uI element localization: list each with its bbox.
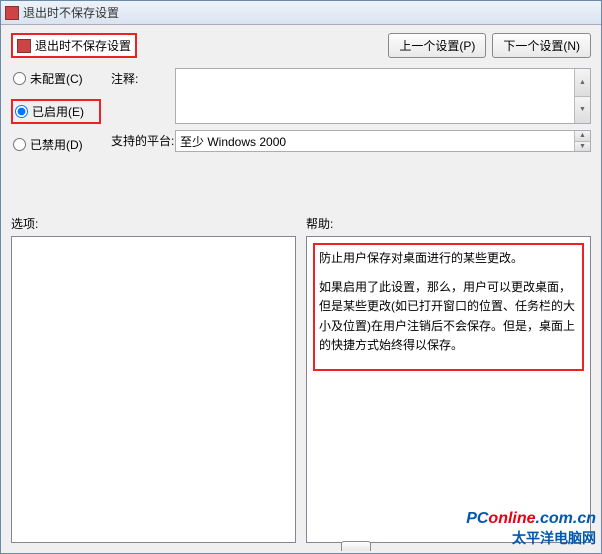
header-row: 退出时不保存设置 上一个设置(P) 下一个设置(N) <box>11 33 591 58</box>
radio-disabled-input[interactable] <box>13 138 26 151</box>
window-title: 退出时不保存设置 <box>23 4 119 21</box>
help-pane-wrap: 帮助: 防止用户保存对桌面进行的某些更改。 如果启用了此设置，那么，用户可以更改… <box>306 215 591 543</box>
config-area: 未配置(C) 已启用(E) 已禁用(D) 注释: ▲ <box>11 68 591 165</box>
options-pane-wrap: 选项: <box>11 215 296 543</box>
fields-column: 注释: ▲ ▼ 支持的平台: 至少 Windows 2000 ▲ <box>111 68 591 165</box>
platform-spinner: ▲ ▼ <box>574 131 590 151</box>
setting-title-box: 退出时不保存设置 <box>11 33 137 58</box>
radio-not-configured-input[interactable] <box>13 72 26 85</box>
prev-setting-button[interactable]: 上一个设置(P) <box>388 33 486 58</box>
options-pane <box>11 236 296 543</box>
watermark-line1: PConline.com.cn <box>466 510 596 528</box>
radio-not-configured[interactable]: 未配置(C) <box>11 68 101 89</box>
app-icon <box>5 6 19 20</box>
content-area: 退出时不保存设置 上一个设置(P) 下一个设置(N) 未配置(C) 已启用(E) <box>1 25 601 553</box>
help-paragraph: 防止用户保存对桌面进行的某些更改。 <box>319 249 578 268</box>
comment-textbox[interactable]: ▲ ▼ <box>175 68 591 124</box>
platform-value: 至少 Windows 2000 <box>180 133 286 150</box>
platform-row: 支持的平台: 至少 Windows 2000 ▲ ▼ <box>111 130 591 152</box>
watermark-line2: 太平洋电脑网 <box>466 528 596 548</box>
spin-up-icon[interactable]: ▲ <box>574 131 590 142</box>
options-label: 选项: <box>11 215 296 232</box>
help-label: 帮助: <box>306 215 591 232</box>
help-pane: 防止用户保存对桌面进行的某些更改。 如果启用了此设置，那么，用户可以更改桌面，但… <box>306 236 591 543</box>
spin-down-icon[interactable]: ▼ <box>574 97 590 124</box>
setting-title-text: 退出时不保存设置 <box>35 37 131 54</box>
radio-enabled[interactable]: 已启用(E) <box>11 99 101 124</box>
radio-enabled-input[interactable] <box>15 105 28 118</box>
partial-button[interactable] <box>341 541 371 551</box>
platform-label: 支持的平台: <box>111 130 175 149</box>
radio-disabled-label: 已禁用(D) <box>30 136 83 153</box>
radio-column: 未配置(C) 已启用(E) 已禁用(D) <box>11 68 101 165</box>
radio-disabled[interactable]: 已禁用(D) <box>11 134 101 155</box>
comment-spinner: ▲ ▼ <box>574 69 590 123</box>
platform-textbox: 至少 Windows 2000 ▲ ▼ <box>175 130 591 152</box>
titlebar: 退出时不保存设置 <box>1 1 601 25</box>
comment-label: 注释: <box>111 68 175 87</box>
radio-enabled-label: 已启用(E) <box>32 103 84 120</box>
spin-up-icon[interactable]: ▲ <box>574 69 590 97</box>
lower-panes: 选项: 帮助: 防止用户保存对桌面进行的某些更改。 如果启用了此设置，那么，用户… <box>11 215 591 543</box>
dialog-window: 退出时不保存设置 退出时不保存设置 上一个设置(P) 下一个设置(N) 未配置(… <box>0 0 602 554</box>
watermark: PConline.com.cn 太平洋电脑网 <box>466 510 596 548</box>
setting-icon <box>17 39 31 53</box>
spin-down-icon[interactable]: ▼ <box>574 142 590 152</box>
radio-not-configured-label: 未配置(C) <box>30 70 83 87</box>
comment-row: 注释: ▲ ▼ <box>111 68 591 124</box>
help-paragraph: 如果启用了此设置，那么，用户可以更改桌面，但是某些更改(如已打开窗口的位置、任务… <box>319 278 578 355</box>
next-setting-button[interactable]: 下一个设置(N) <box>492 33 591 58</box>
help-text-box: 防止用户保存对桌面进行的某些更改。 如果启用了此设置，那么，用户可以更改桌面，但… <box>313 243 584 371</box>
nav-buttons: 上一个设置(P) 下一个设置(N) <box>388 33 591 58</box>
